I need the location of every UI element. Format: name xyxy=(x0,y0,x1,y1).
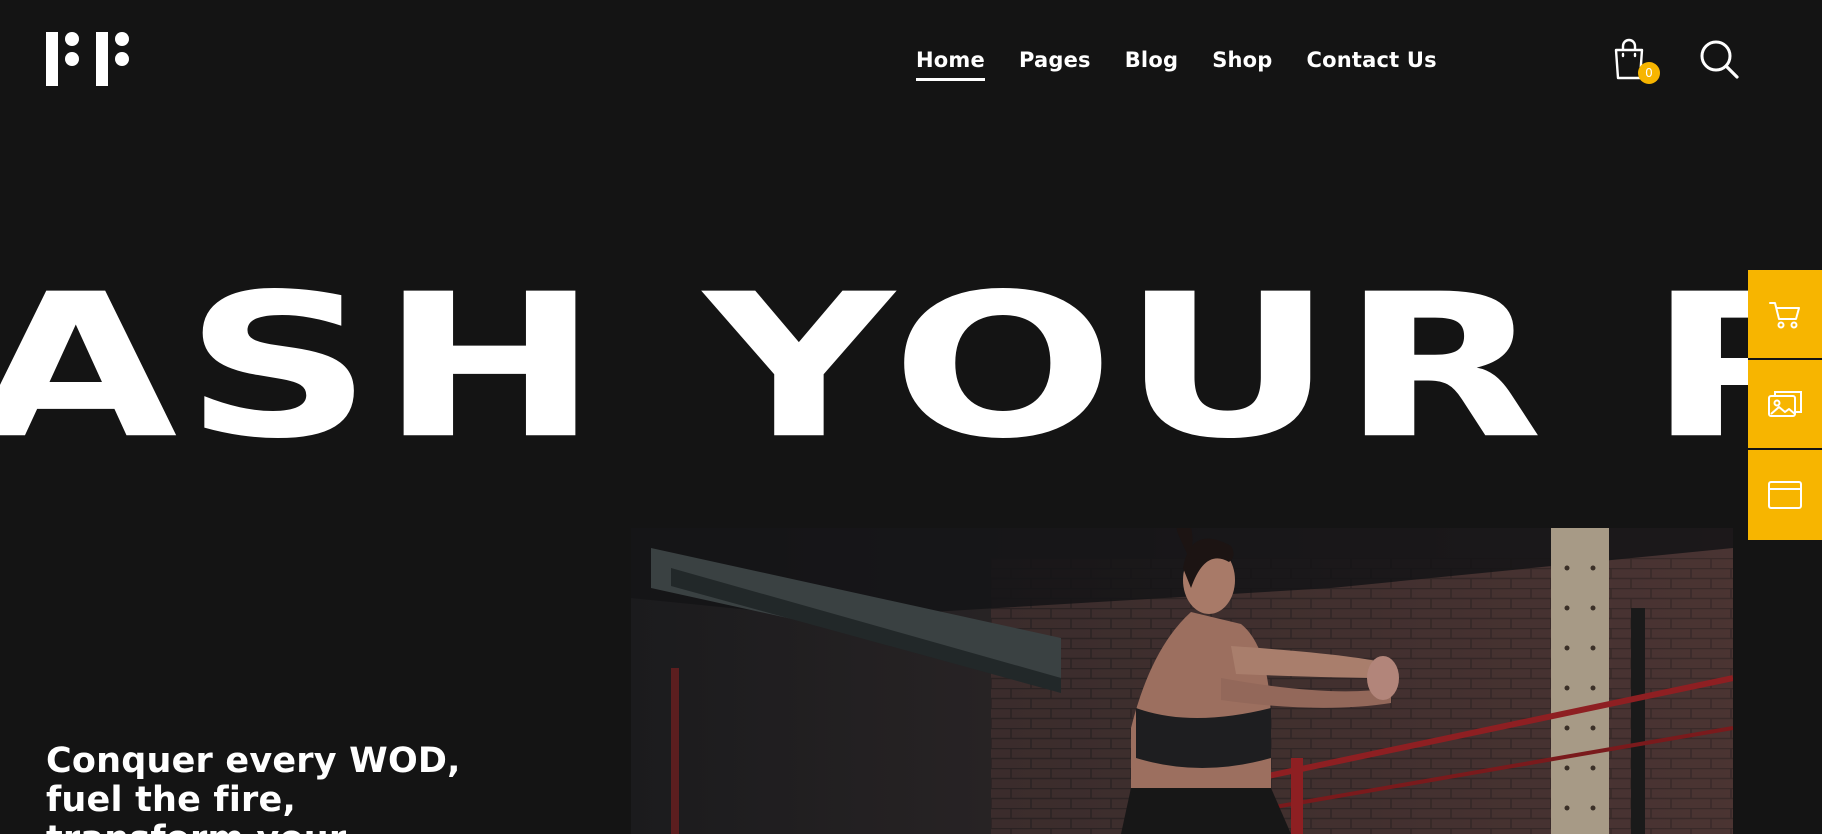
search-button[interactable] xyxy=(1698,38,1740,80)
side-dock xyxy=(1748,270,1822,540)
athlete-photo xyxy=(631,528,1733,834)
cart-icon xyxy=(1769,302,1800,329)
nav-blog[interactable]: Blog xyxy=(1125,48,1178,72)
main-nav: Home Pages Blog Shop Contact Us xyxy=(916,40,1437,81)
dock-gallery-button[interactable] xyxy=(1748,360,1822,450)
hero-tagline: Conquer every WOD, fuel the fire, transf… xyxy=(46,741,461,834)
hero-headline-marquee: ASH YOUR P xyxy=(0,252,1822,483)
dock-cart-button[interactable] xyxy=(1748,270,1822,360)
nav-pages[interactable]: Pages xyxy=(1019,48,1091,72)
browser-window-icon xyxy=(1768,481,1802,509)
nav-shop[interactable]: Shop xyxy=(1212,48,1272,72)
site-header: Home Pages Blog Shop Contact Us 0 xyxy=(0,0,1822,120)
logo[interactable] xyxy=(46,32,130,86)
nav-contact-us[interactable]: Contact Us xyxy=(1307,48,1437,72)
cart-count-badge: 0 xyxy=(1638,62,1660,84)
cart-button[interactable]: 0 xyxy=(1612,38,1660,88)
search-icon xyxy=(1700,40,1739,79)
gallery-icon xyxy=(1768,391,1802,417)
dock-browser-button[interactable] xyxy=(1748,450,1822,540)
nav-home[interactable]: Home xyxy=(916,48,985,81)
hero-image xyxy=(631,528,1733,834)
